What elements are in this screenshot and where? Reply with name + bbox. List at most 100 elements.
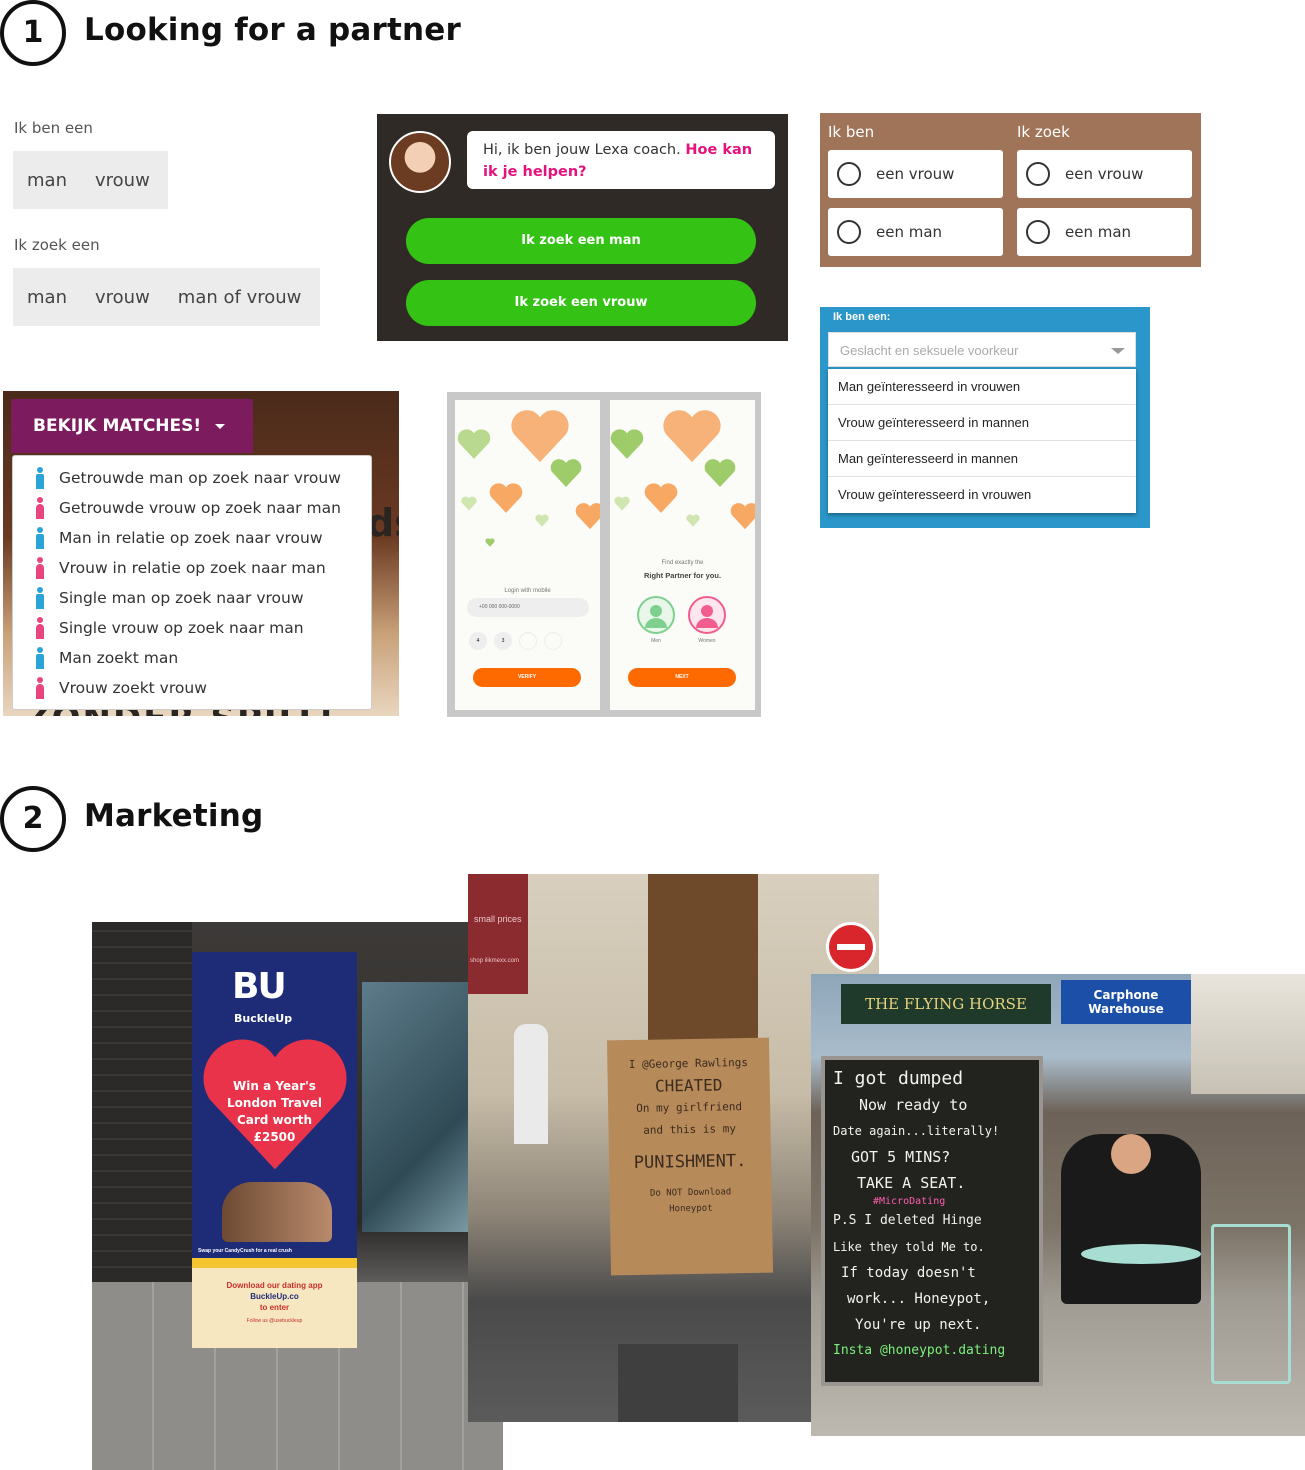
code-input-row: 4 3 bbox=[469, 632, 569, 650]
select-options-list: Man geïnteresseerd in vrouwen Vrouw geïn… bbox=[828, 369, 1136, 513]
radio-option-seek-man[interactable]: een man bbox=[1017, 208, 1192, 256]
section-number: 2 bbox=[0, 786, 66, 852]
banner-heart-text: Win a Year's London Travel Card worth £2… bbox=[192, 1078, 357, 1146]
heart-icon bbox=[644, 483, 678, 513]
chalkboard-line: GOT 5 MINS? bbox=[851, 1148, 951, 1166]
cardboard-line: I @George Rawlings bbox=[628, 1055, 749, 1072]
radio-option-label: een vrouw bbox=[1065, 165, 1144, 183]
heart-icon bbox=[610, 429, 644, 459]
match-option[interactable]: Single man op zoek naar vrouw bbox=[13, 583, 371, 613]
female-figure-icon bbox=[35, 617, 45, 639]
banner-download-text: Download our dating app BuckleUp.co to e… bbox=[192, 1280, 357, 1313]
pub-sign: THE FLYING HORSE bbox=[841, 984, 1051, 1024]
coach-message-text: Hi, ik ben jouw Lexa coach. bbox=[483, 142, 686, 158]
view-matches-button[interactable]: BEKIJK MATCHES! bbox=[11, 399, 253, 453]
heart-icon bbox=[489, 483, 523, 513]
i-am-heading: Ik ben bbox=[828, 123, 875, 141]
radio-option-am-woman[interactable]: een vrouw bbox=[828, 150, 1003, 198]
gender-option-vrouw[interactable]: vrouw bbox=[95, 170, 150, 191]
cardboard-line: Honeypot bbox=[669, 1203, 713, 1215]
seek-woman-button[interactable]: Ik zoek een vrouw bbox=[406, 280, 756, 326]
seeking-label: Ik zoek een bbox=[14, 236, 100, 254]
match-option[interactable]: Man zoekt man bbox=[13, 643, 371, 673]
banner-follow-text: Follow us @usebuckleup bbox=[246, 1318, 303, 1324]
male-figure-icon bbox=[35, 467, 45, 489]
road bbox=[618, 1344, 738, 1422]
match-option[interactable]: Vrouw zoekt vrouw bbox=[13, 673, 371, 703]
match-option[interactable]: Man in relatie op zoek naar vrouw bbox=[13, 523, 371, 553]
matches-panel: ds ZONDER SPIJT! BEKIJK MATCHES! Getrouw… bbox=[3, 391, 399, 716]
men-option[interactable] bbox=[637, 596, 675, 634]
match-option[interactable]: Getrouwde man op zoek naar vrouw bbox=[13, 463, 371, 493]
caret-down-icon bbox=[215, 423, 226, 429]
code-digit-empty[interactable] bbox=[519, 632, 537, 650]
phone-input[interactable]: +00 000 000-0000 bbox=[467, 598, 589, 617]
radio-circle-icon bbox=[837, 220, 861, 244]
section-title: Looking for a partner bbox=[84, 12, 462, 48]
seeking-option-vrouw[interactable]: vrouw bbox=[95, 287, 150, 308]
shop-sign: Carphone Warehouse bbox=[1061, 980, 1191, 1024]
next-button[interactable]: NEXT bbox=[628, 668, 736, 687]
woman-avatar-icon bbox=[696, 605, 718, 628]
chalkboard-line: I got dumped bbox=[833, 1068, 964, 1089]
radio-circle-icon bbox=[1026, 220, 1050, 244]
seek-man-button[interactable]: Ik zoek een man bbox=[406, 218, 756, 264]
heart-icon bbox=[575, 503, 600, 530]
male-figure-icon bbox=[35, 587, 45, 609]
radio-option-label: een man bbox=[876, 223, 943, 241]
banner-download-line: BuckleUp.co bbox=[250, 1292, 299, 1301]
select-option[interactable]: Vrouw geïnteresseerd in mannen bbox=[828, 405, 1136, 441]
gender-screen: Find exactly the Right Partner for you. … bbox=[610, 400, 755, 710]
match-option-label: Vrouw zoekt vrouw bbox=[59, 679, 207, 697]
match-option-label: Single man op zoek naar vrouw bbox=[59, 589, 304, 607]
match-option-label: Getrouwde vrouw op zoek naar man bbox=[59, 499, 341, 517]
radio-option-seek-woman[interactable]: een vrouw bbox=[1017, 150, 1192, 198]
building bbox=[1191, 974, 1305, 1094]
match-option-label: Man zoekt man bbox=[59, 649, 179, 667]
heart-icon bbox=[614, 496, 630, 511]
code-digit[interactable]: 4 bbox=[469, 632, 487, 650]
select-option[interactable]: Man geïnteresseerd in mannen bbox=[828, 441, 1136, 477]
match-option[interactable]: Single vrouw op zoek naar man bbox=[13, 613, 371, 643]
seeking-option-man[interactable]: man bbox=[27, 287, 67, 308]
select-option[interactable]: Man geïnteresseerd in vrouwen bbox=[828, 369, 1136, 405]
heart-icon bbox=[457, 429, 491, 459]
red-shop-sign: small prices shop ilikmexx.com bbox=[468, 874, 528, 994]
heart-icon bbox=[704, 459, 736, 487]
hands-illustration bbox=[222, 1182, 332, 1242]
chalkboard-line: Now ready to bbox=[859, 1096, 968, 1114]
cardboard-sign: I @George Rawlings CHEATED On my girlfri… bbox=[606, 1037, 774, 1276]
seeking-option-both[interactable]: man of vrouw bbox=[178, 287, 302, 308]
preference-select[interactable]: Geslacht en seksuele voorkeur bbox=[828, 332, 1136, 367]
match-option[interactable]: Getrouwde vrouw op zoek naar man bbox=[13, 493, 371, 523]
banner-footer: Download our dating app BuckleUp.co to e… bbox=[192, 1258, 357, 1348]
cafe-table bbox=[1081, 1244, 1201, 1264]
cafe-chair bbox=[1211, 1224, 1291, 1384]
men-label: Men bbox=[651, 638, 661, 644]
brick-wall bbox=[92, 922, 192, 1282]
heart-icon bbox=[550, 459, 582, 487]
female-figure-icon bbox=[35, 677, 45, 699]
find-small-text: Find exactly the bbox=[661, 560, 704, 566]
heart-icon bbox=[535, 514, 549, 527]
gender-option-man[interactable]: man bbox=[27, 170, 67, 191]
match-option-label: Getrouwde man op zoek naar vrouw bbox=[59, 469, 341, 487]
match-option[interactable]: Vrouw in relatie op zoek naar man bbox=[13, 553, 371, 583]
banner-heart-line: Card worth bbox=[236, 1113, 313, 1127]
chalkboard-photo: THE FLYING HORSE Carphone Warehouse I go… bbox=[811, 974, 1305, 1436]
select-option[interactable]: Vrouw geïnteresseerd in vrouwen bbox=[828, 477, 1136, 513]
chalkboard-line: You're up next. bbox=[855, 1317, 982, 1333]
chalkboard-line: If today doesn't bbox=[841, 1265, 976, 1281]
women-label: Women bbox=[698, 638, 716, 644]
code-digit-empty[interactable] bbox=[544, 632, 562, 650]
chalkboard-line: #MicroDating bbox=[873, 1196, 946, 1207]
gender-label: Ik ben een bbox=[14, 119, 93, 137]
man-avatar-icon bbox=[645, 605, 667, 628]
radio-panel: Ik ben Ik zoek een vrouw een vrouw een m… bbox=[820, 113, 1201, 267]
banner: BU BuckleUp Win a Year's London Travel C… bbox=[192, 952, 357, 1348]
i-seek-heading: Ik zoek bbox=[1017, 123, 1070, 141]
code-digit[interactable]: 3 bbox=[494, 632, 512, 650]
women-option[interactable] bbox=[688, 596, 726, 634]
verify-button[interactable]: VERIFY bbox=[473, 668, 581, 687]
radio-option-am-man[interactable]: een man bbox=[828, 208, 1003, 256]
